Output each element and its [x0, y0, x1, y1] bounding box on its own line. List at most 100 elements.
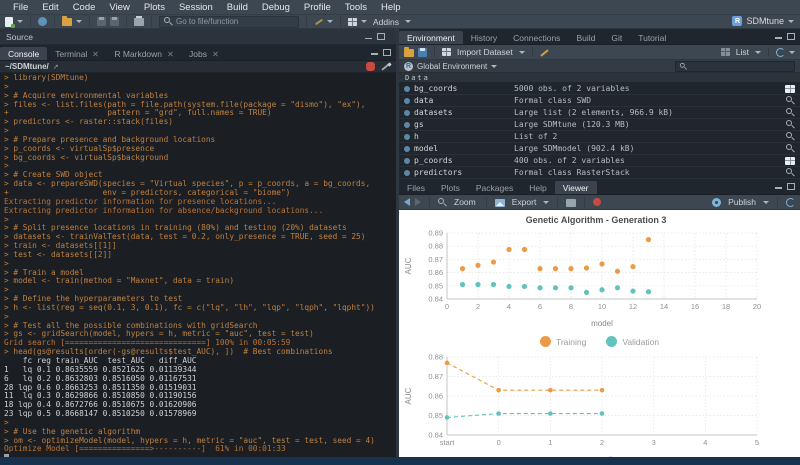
env-row-bg_coords[interactable]: bg_coords5000 obs. of 2 variables: [399, 83, 800, 95]
view-table-icon[interactable]: [785, 157, 795, 165]
menu-edit[interactable]: Edit: [35, 2, 65, 13]
tab-viewer[interactable]: Viewer: [555, 181, 597, 194]
chevron-down-icon[interactable]: [763, 201, 769, 204]
menu-view[interactable]: View: [102, 2, 136, 13]
chevron-down-icon[interactable]: [327, 20, 333, 23]
tab-build[interactable]: Build: [568, 31, 603, 44]
menu-profile[interactable]: Profile: [297, 2, 338, 13]
project-selector[interactable]: R SDMtune: [732, 16, 794, 26]
back-icon[interactable]: [404, 198, 410, 206]
tab-r-markdown[interactable]: R Markdown: [106, 47, 181, 60]
tab-history[interactable]: History: [463, 31, 505, 44]
tab-packages[interactable]: Packages: [468, 181, 521, 194]
import-dataset-button[interactable]: Import Dataset: [457, 47, 513, 57]
env-row-model[interactable]: modelLarge SDMmodel (902.4 kB): [399, 143, 800, 155]
env-row-data[interactable]: dataFormal class SWD: [399, 95, 800, 107]
menu-build[interactable]: Build: [220, 2, 255, 13]
chevron-down-icon[interactable]: [17, 20, 23, 23]
export-button[interactable]: Export: [512, 197, 537, 207]
inspect-object-icon[interactable]: [786, 132, 795, 141]
env-row-gs[interactable]: gsLarge SDMtune (120.3 MB): [399, 119, 800, 131]
menu-debug[interactable]: Debug: [255, 2, 297, 13]
menu-tools[interactable]: Tools: [338, 2, 374, 13]
forward-icon[interactable]: [415, 198, 421, 206]
list-view-button[interactable]: List: [736, 47, 749, 57]
chevron-down-icon[interactable]: [76, 20, 82, 23]
save-all-icon[interactable]: [110, 17, 119, 26]
tab-terminal[interactable]: Terminal: [47, 47, 106, 60]
minimize-icon[interactable]: [371, 53, 378, 55]
save-workspace-icon[interactable]: [418, 48, 427, 57]
clear-objects-icon[interactable]: [540, 48, 550, 57]
maximize-icon[interactable]: [383, 49, 391, 56]
chevron-down-icon[interactable]: [543, 201, 549, 204]
close-tab-icon[interactable]: [92, 51, 98, 57]
env-row-datasets[interactable]: datasetsLarge list (2 elements, 966.9 kB…: [399, 107, 800, 119]
maximize-icon[interactable]: [787, 33, 795, 40]
tab-tutorial[interactable]: Tutorial: [630, 31, 674, 44]
inspect-object-icon[interactable]: [786, 96, 795, 105]
interrupt-r-icon[interactable]: [366, 62, 375, 71]
zoom-button[interactable]: Zoom: [454, 197, 476, 207]
console-output-area[interactable]: > library(SDMtune)>> # Acquire environme…: [0, 73, 396, 457]
zoom-icon[interactable]: [438, 198, 447, 207]
chevron-down-icon[interactable]: [519, 51, 525, 54]
remove-plot-icon[interactable]: [593, 198, 601, 206]
load-workspace-icon[interactable]: [404, 49, 414, 57]
clear-console-icon[interactable]: [381, 62, 391, 71]
tab-console[interactable]: Console: [0, 47, 47, 60]
refresh-icon[interactable]: [776, 48, 785, 57]
new-project-icon[interactable]: [38, 17, 47, 26]
menu-file[interactable]: File: [6, 2, 35, 13]
minimize-icon[interactable]: [775, 187, 782, 189]
tab-plots[interactable]: Plots: [433, 181, 468, 194]
env-row-predictors[interactable]: predictorsFormal class RasterStack: [399, 167, 800, 179]
close-tab-icon[interactable]: [167, 51, 173, 57]
addins-button[interactable]: Addins: [373, 17, 399, 27]
menu-session[interactable]: Session: [172, 2, 220, 13]
new-file-icon[interactable]: [5, 17, 13, 27]
inspect-object-icon[interactable]: [786, 144, 795, 153]
tab-connections[interactable]: Connections: [505, 31, 568, 44]
menu-code[interactable]: Code: [66, 2, 103, 13]
list-view-icon[interactable]: [721, 48, 730, 56]
chevron-down-icon[interactable]: [789, 51, 795, 54]
tab-git[interactable]: Git: [603, 31, 630, 44]
refresh-viewer-icon[interactable]: [786, 198, 795, 207]
minimize-icon[interactable]: [775, 37, 782, 39]
print-icon[interactable]: [134, 18, 144, 26]
inspect-object-icon[interactable]: [786, 108, 795, 117]
goto-directory-icon[interactable]: ↗: [53, 63, 59, 71]
chevron-down-icon[interactable]: [405, 20, 411, 23]
chevron-down-icon[interactable]: [361, 20, 367, 23]
menu-plots[interactable]: Plots: [137, 2, 172, 13]
inspect-object-icon[interactable]: [786, 168, 795, 177]
tab-jobs[interactable]: Jobs: [181, 47, 226, 60]
save-icon[interactable]: [97, 17, 106, 26]
goto-file-function-input[interactable]: Go to file/function: [159, 16, 299, 28]
open-file-icon[interactable]: [62, 18, 72, 26]
workspace-tools-icon[interactable]: [314, 17, 323, 26]
panes-layout-icon[interactable]: [348, 18, 357, 26]
tab-files[interactable]: Files: [399, 181, 433, 194]
menu-help[interactable]: Help: [374, 2, 408, 13]
publish-button[interactable]: Publish: [728, 197, 756, 207]
view-table-icon[interactable]: [785, 85, 795, 93]
maximize-icon[interactable]: [377, 33, 385, 40]
publish-icon[interactable]: [712, 198, 721, 207]
copy-plot-icon[interactable]: [566, 199, 576, 207]
env-row-p_coords[interactable]: p_coords400 obs. of 2 variables: [399, 155, 800, 167]
tab-help[interactable]: Help: [521, 181, 554, 194]
close-tab-icon[interactable]: [212, 51, 218, 57]
import-dataset-icon[interactable]: [442, 48, 451, 56]
export-icon[interactable]: [495, 199, 505, 207]
chevron-down-icon[interactable]: [491, 65, 497, 68]
inspect-object-icon[interactable]: [786, 120, 795, 129]
minimize-icon[interactable]: [365, 38, 372, 40]
chevron-down-icon[interactable]: [755, 51, 761, 54]
environment-search-input[interactable]: [675, 61, 795, 72]
maximize-icon[interactable]: [787, 183, 795, 190]
environment-scope-selector[interactable]: Global Environment: [417, 62, 487, 71]
tab-environment[interactable]: Environment: [399, 31, 463, 44]
env-row-h[interactable]: hList of 2: [399, 131, 800, 143]
